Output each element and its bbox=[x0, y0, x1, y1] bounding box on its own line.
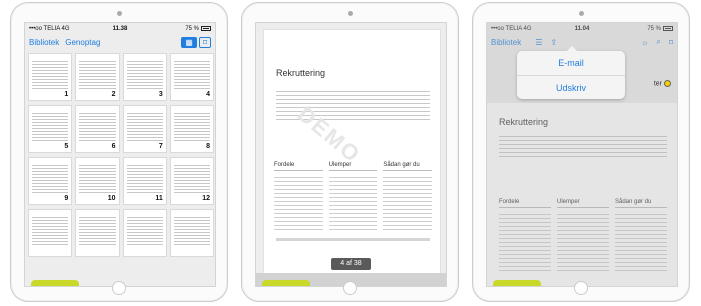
home-button[interactable] bbox=[574, 281, 588, 295]
page-thumb[interactable] bbox=[28, 209, 73, 257]
column-heading: Ulemper bbox=[328, 162, 378, 171]
page-thumb[interactable] bbox=[169, 209, 214, 257]
nav-bar: Bibliotek Genoptag ▦ ⌑ bbox=[25, 35, 215, 49]
camera bbox=[578, 11, 584, 16]
page-thumb[interactable] bbox=[75, 209, 120, 257]
page-thumb[interactable]: 10 bbox=[75, 157, 120, 205]
page-thumb[interactable]: 1 bbox=[28, 53, 73, 101]
column-heading: Sådan gør du bbox=[383, 162, 433, 171]
bookmark-icon[interactable]: ⌑ bbox=[199, 36, 211, 48]
battery: 75 % bbox=[150, 25, 212, 33]
library-link[interactable]: Bibliotek bbox=[29, 38, 59, 47]
page-thumb[interactable]: 5 bbox=[28, 105, 73, 153]
share-screen: •••oo TELIA 4G 11.04 75 % Bibliotek ☰ ⇪ … bbox=[486, 22, 678, 287]
reader-screen: Rekruttering DEMO Fordele Ulemper Sådan … bbox=[255, 22, 447, 287]
page-thumb[interactable]: 4 bbox=[169, 53, 214, 101]
page-thumb[interactable] bbox=[122, 209, 167, 257]
battery-level: 75 % bbox=[185, 26, 200, 33]
column-heading: Fordele bbox=[274, 162, 323, 171]
page-thumb[interactable]: 12 bbox=[169, 157, 214, 205]
clock: 11.38 bbox=[112, 26, 128, 32]
document-columns: Fordele Ulemper Sådan gør du bbox=[274, 162, 433, 232]
print-menu-item[interactable]: Udskriv bbox=[517, 75, 625, 99]
page-thumb[interactable]: 9 bbox=[28, 157, 73, 205]
ipad-share-menu: •••oo TELIA 4G 11.04 75 % Bibliotek ☰ ⇪ … bbox=[472, 2, 690, 302]
grid-view-icon[interactable]: ▦ bbox=[181, 36, 197, 48]
title-chip: ter bbox=[654, 80, 671, 87]
page-thumb[interactable]: 8 bbox=[169, 105, 214, 153]
page-thumb[interactable]: 3 bbox=[122, 53, 167, 101]
home-button[interactable] bbox=[343, 281, 357, 295]
ipad-library: •••oo TELIA 4G 11.38 75 % Bibliotek Geno… bbox=[10, 2, 228, 302]
progress-tab bbox=[262, 280, 310, 286]
footer-line bbox=[276, 238, 430, 241]
document-title: Rekruttering bbox=[276, 68, 326, 78]
page-indicator: 4 af 38 bbox=[331, 258, 371, 270]
home-button[interactable] bbox=[112, 281, 126, 295]
camera bbox=[347, 11, 353, 16]
library-screen: •••oo TELIA 4G 11.38 75 % Bibliotek Geno… bbox=[24, 22, 216, 287]
email-menu-item[interactable]: E-mail bbox=[517, 51, 625, 75]
battery-icon bbox=[201, 25, 212, 31]
status-bar: •••oo TELIA 4G 11.38 75 % bbox=[25, 23, 215, 35]
document-page[interactable]: Rekruttering DEMO Fordele Ulemper Sådan … bbox=[263, 29, 441, 284]
ipad-reader: Rekruttering DEMO Fordele Ulemper Sådan … bbox=[241, 2, 459, 302]
page-thumb[interactable]: 11 bbox=[122, 157, 167, 205]
progress-tab bbox=[31, 280, 79, 286]
progress-tab bbox=[493, 280, 541, 286]
resume-link[interactable]: Genoptag bbox=[65, 38, 100, 47]
page-thumbnails: 1 2 3 4 5 6 7 8 9 10 11 12 bbox=[28, 53, 214, 286]
camera bbox=[116, 11, 122, 16]
carrier-label: •••oo TELIA 4G bbox=[29, 26, 70, 32]
page-thumb[interactable]: 2 bbox=[75, 53, 120, 101]
page-thumb[interactable]: 7 bbox=[122, 105, 167, 153]
badge-icon bbox=[664, 80, 671, 87]
share-popover: E-mail Udskriv bbox=[517, 46, 625, 99]
page-thumb[interactable]: 6 bbox=[75, 105, 120, 153]
